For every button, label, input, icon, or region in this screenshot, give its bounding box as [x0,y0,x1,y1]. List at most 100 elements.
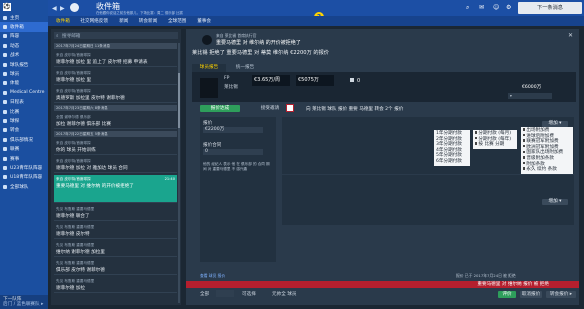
sidebar-item[interactable]: 球队报告 [0,60,48,69]
menu-item-label: 5年分期付款 [436,153,462,159]
bottom-action-2[interactable]: 元帅全 球员 [272,291,296,297]
bottom-action-1[interactable]: 可选择 [242,291,256,297]
sidebar-item[interactable]: 体能 [0,79,48,88]
sidebar-item[interactable]: 阵容 [0,32,48,41]
settings-icon[interactable]: ⚙ [506,4,511,11]
offer-contract-input[interactable]: 0 [203,149,263,155]
sidebar-item[interactable]: Medical Centre [0,88,48,97]
inbox-scrollbar[interactable] [178,43,180,303]
top-tabs: 收件箱 社交网络反馈 新闻 转会新闻 全球范围 董事会 [48,16,584,26]
sidebar-item[interactable]: 动态 [0,41,48,50]
offer-fee-input[interactable]: €2200万 [203,127,263,133]
inbox-message[interactable]: 来自 皮尔特/首席球探 谢菲尔德 加拉 里 追上了 皮尔特 招募 申请表 [54,51,177,67]
inbox-message[interactable]: 先见 布鲁斯 重要马德里 谢菲尔德 加拉 [54,277,177,293]
menu-item-label: 出场附加费 [526,128,550,133]
sidebar-item[interactable]: 球员 [0,69,48,78]
add-clause-menu: 出场附加费 进球后附加费 联赛冠军附加费 欧洲冠军附加费 国家队出场附加费 晋级附加条款附… [521,127,573,174]
fee-dropdown[interactable]: ▾ [508,93,552,99]
menu-item-label: 分期付款 (每月) [478,131,511,136]
inbox-search-box[interactable]: ⌕ 搜寻邮箱 [54,32,178,39]
cancel-offer-button[interactable]: 取消报价 [520,291,542,298]
sidebar-item[interactable]: 俱乐部情况 [0,135,48,144]
sidebar-item[interactable]: 球探 [0,116,48,125]
sidebar-item[interactable]: 主页 [0,13,48,22]
tab-item[interactable]: 新闻 [119,18,128,24]
search-icon: ⌕ [56,34,59,39]
message-sender: 来自 皮尔特/首席球探 [56,141,91,145]
menu-item-label: 进球后附加费 [526,133,554,139]
sidebar-item-label: 球队报告 [10,62,29,68]
inbox-message[interactable]: 先见 布鲁斯 重要马德里 维尔纳 谢菲尔德 加拉里 [54,241,177,257]
sidebar-item[interactable]: 全部球队 [0,182,48,191]
message-title: 谢菲尔德 加拉 对 雅加达 球员 合同 [56,166,128,171]
inbox-message[interactable]: 来自 皮尔特/首席球探 谢菲尔德 加拉 对 雅加达 球员 合同 [54,157,177,173]
sidebar-item-icon [3,100,7,105]
sidebar-item-icon [3,156,7,161]
message-sender: 先见 布鲁斯 重要马德里 [56,207,95,211]
sidebar-item[interactable]: 赛事 [0,154,48,163]
view-offers-link[interactable]: 查看 球员 报价 [200,273,225,279]
propose-deal-button[interactable]: 报价达成 [200,105,240,112]
offer-contract-label: 报价合同 [203,143,222,148]
sidebar-item-label: 日程表 [10,100,24,106]
search-icon[interactable]: ⌕ [466,4,469,12]
continue-button[interactable]: 下一条消息 [518,2,582,14]
inbox-message[interactable]: 先见 布鲁斯 重要马德里 谢菲尔德 联合了 [54,205,177,221]
filter-label[interactable]: 全部 [200,291,209,297]
evaluate-button[interactable]: 评价 [498,291,516,298]
sidebar-item[interactable]: U23青年队阵容 [0,163,48,172]
sidebar-item-icon [3,184,7,189]
menu-item-label: 晋级附加条款 [526,155,554,161]
message-sender: 先见 布鲁斯 重要马德里 [56,261,95,265]
sidebar-item[interactable]: 收件箱 [0,22,48,32]
sidebar-item-label: 比赛 [10,109,20,115]
tab-item[interactable]: 收件箱 [56,18,70,24]
inbox-message[interactable]: 来自 皮尔特/首席球探 重要马德里 对 维尔纳 的开价被拒绝了 21:40 [54,175,177,203]
back-arrow-icon[interactable]: ◀ [52,5,57,12]
inbox-message[interactable]: 先见 布鲁斯 重要马德里 俱乐部 皮尔特 谢菲尔德 [54,259,177,275]
sidebar: ⚽ 主页 收件箱 阵容 动态 战术球队报告 球员 体能 Medical Centre 日程表比赛… [0,0,48,309]
add-clause-dropdown-2[interactable]: 增加 ▾ [542,199,568,205]
inbox-message[interactable]: 来自 皮尔特/首席球探 你的 球员 开始训练 [54,139,177,155]
negotiation-badge-icon [286,104,294,112]
forward-arrow-icon[interactable]: ▶ [60,5,65,12]
tab-item[interactable]: 董事会 [197,18,211,24]
sidebar-item-icon [3,128,7,133]
inbox-message[interactable]: 来自 皮尔特/首席球探 谢菲尔德 加拉 里 [54,69,177,85]
inbox-message[interactable]: 来自 皮尔特/首席球探 奥德罗斯 加拉里 皮尔特 谢菲尔德 [54,87,177,103]
menu-item[interactable]: 6年分期付款 [436,159,468,165]
inbox-message[interactable]: 先见 布鲁斯 重要马德里 谢菲尔德 皮尔特 [54,223,177,239]
menu-item-label: 按 比赛 分期 [478,142,505,148]
club-badge-icon[interactable] [70,3,79,12]
sidebar-item[interactable]: 联赛 [0,145,48,154]
tab-item[interactable]: 转会新闻 [139,18,157,24]
sidebar-item[interactable]: 战术 [0,51,48,60]
add-clause-label: 增加 [548,121,558,126]
inbox-message[interactable]: 全国 谢菲尔德 俱乐部 加拉 谢菲尔德 俱乐部 比赛 [54,113,177,129]
tab-item[interactable]: 社交网络反馈 [80,18,108,24]
menu-item[interactable]: 按 比赛 分期 [475,142,515,148]
top-bar: ◀ ▶ 收件箱 在他跟你说话之前去他那儿，下场比赛：周二 俱乐部 比赛 ? ⌕ … [48,0,584,22]
walk-away-button[interactable]: 接受邀请 [250,105,290,112]
player-card: FP 莱比锡 €3.65万/周 €5075万 0 €6000万 ▾ [192,72,576,102]
sidebar-item[interactable]: 转会 [0,126,48,135]
player-club: 莱比锡 [224,85,238,90]
sidebar-bottom-status[interactable]: 下一队阵 后门 / 蓝色联赛队 ▸ [0,295,48,309]
game-logo-icon[interactable]: ⚽ [3,3,11,11]
mail-icon[interactable]: ✉ [479,4,484,11]
tab-player-report[interactable]: 球员报告 [192,64,226,72]
tab-unified-report[interactable]: 统一报告 [228,64,262,72]
people-icon[interactable]: ☺ [493,4,499,11]
menu-item[interactable]: 永久 续约 条款 [523,167,571,173]
close-icon[interactable]: ✕ [568,32,573,39]
rating-icon [350,78,354,82]
tab-item[interactable]: 全球范围 [168,18,186,24]
sidebar-item[interactable]: 日程表 [0,98,48,107]
sidebar-item[interactable]: 比赛 [0,107,48,116]
player-photo [200,78,218,98]
transfer-offer-button[interactable]: 转会报价 ▸ [546,291,576,298]
fee-value: €6000万 [522,85,542,90]
filter-dropdown[interactable] [216,290,234,297]
sidebar-item[interactable]: U18青年队阵容 [0,173,48,182]
scrollbar-thumb[interactable] [178,73,180,128]
